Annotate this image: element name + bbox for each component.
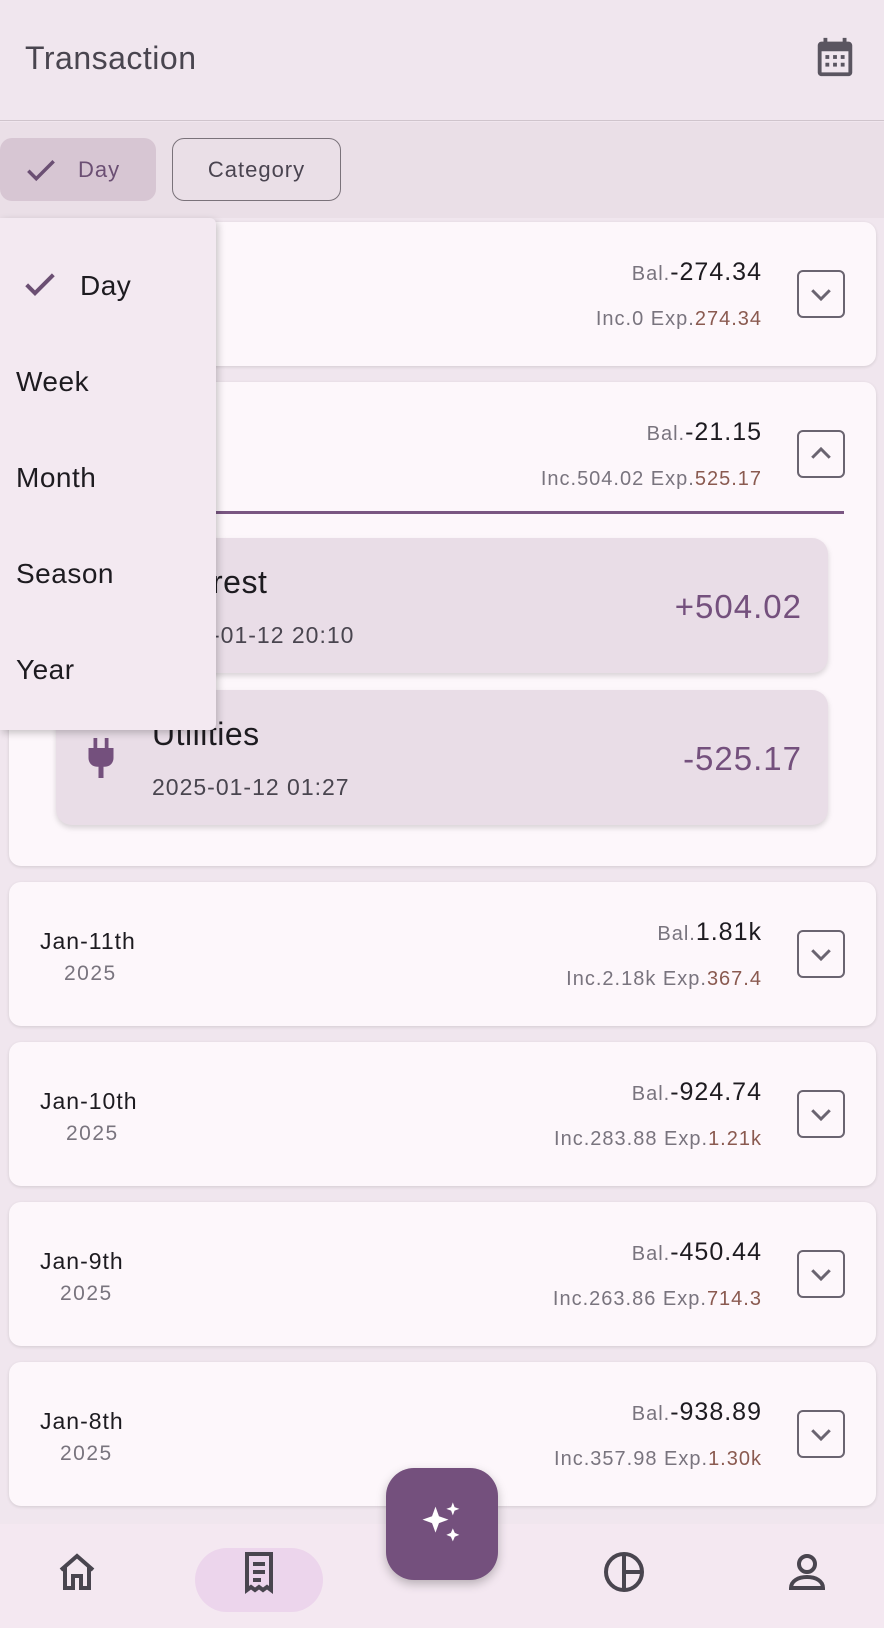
chevron-down-icon [811, 289, 831, 302]
day-date: Jan-11th [40, 928, 136, 954]
home-icon[interactable] [53, 1548, 101, 1596]
menu-item-week[interactable]: Week [16, 366, 89, 398]
day-date: Jan-8th [40, 1408, 124, 1434]
chevron-down-icon [811, 949, 831, 962]
menu-item-season[interactable]: Season [16, 558, 114, 590]
menu-item-month[interactable]: Month [16, 462, 96, 494]
receipt-icon[interactable] [235, 1548, 283, 1596]
chevron-up-icon [811, 446, 831, 459]
chevron-down-icon [811, 1429, 831, 1442]
menu-item-day[interactable]: Day [80, 270, 131, 302]
plug-icon [88, 738, 114, 778]
day-card[interactable]: Jan-10th 2025 Bal.-924.74 Inc.283.88 Exp… [9, 1042, 876, 1186]
filter-bar: Day Category [0, 122, 884, 218]
day-year: 2025 [60, 1442, 113, 1465]
check-icon [25, 273, 55, 296]
day-date: Jan-10th [40, 1088, 138, 1114]
menu-item-year[interactable]: Year [16, 654, 75, 686]
balance: Bal.-21.15 [646, 418, 762, 446]
page-title: Transaction [25, 40, 197, 76]
transaction-amount: +504.02 [674, 588, 802, 625]
balance: Bal.-450.44 [631, 1238, 762, 1266]
chevron-down-icon [811, 1109, 831, 1122]
income-expense: Inc.357.98 Exp.1.30k [554, 1448, 762, 1470]
ai-fab-button[interactable] [386, 1468, 498, 1580]
expand-button[interactable] [797, 930, 845, 978]
divider [205, 511, 844, 514]
check-icon [27, 159, 55, 181]
day-card[interactable]: Jan-11th 2025 Bal.1.81k Inc.2.18k Exp.36… [9, 882, 876, 1026]
day-chip-label: Day [78, 156, 121, 182]
income-expense: Inc.2.18k Exp.367.4 [566, 968, 762, 990]
person-icon[interactable] [783, 1548, 831, 1596]
transaction-amount: -525.17 [683, 740, 802, 777]
calendar-icon[interactable] [812, 34, 858, 80]
balance: Bal.-924.74 [631, 1078, 762, 1106]
category-chip-label: Category [207, 156, 306, 182]
income-expense: Inc.263.86 Exp.714.3 [552, 1288, 762, 1310]
transaction-time: -01-12 20:10 [212, 622, 355, 648]
income-expense: Inc.0 Exp.274.34 [595, 308, 762, 330]
balance: Bal.-274.34 [631, 258, 762, 286]
transaction-time: 2025-01-12 01:27 [152, 774, 350, 800]
period-dropdown-menu: Day Week Month Season Year [0, 218, 216, 730]
collapse-button[interactable] [797, 430, 845, 478]
chevron-down-icon [811, 1269, 831, 1282]
app-bar: Transaction [0, 0, 884, 121]
category-filter-chip[interactable]: Category [172, 138, 341, 201]
pie-chart-icon[interactable] [600, 1548, 648, 1596]
expand-button[interactable] [797, 1250, 845, 1298]
income-expense: Inc.283.88 Exp.1.21k [554, 1128, 762, 1150]
income-expense: Inc.504.02 Exp.525.17 [540, 468, 762, 490]
day-year: 2025 [60, 1282, 113, 1305]
day-card[interactable]: Jan-9th 2025 Bal.-450.44 Inc.263.86 Exp.… [9, 1202, 876, 1346]
expand-button[interactable] [797, 1410, 845, 1458]
day-year: 2025 [66, 1122, 119, 1145]
day-filter-chip[interactable]: Day [0, 138, 156, 201]
transaction-name: rest [212, 564, 268, 600]
day-date: Jan-9th [40, 1248, 124, 1274]
expand-button[interactable] [797, 1090, 845, 1138]
balance: Bal.1.81k [657, 918, 762, 946]
expand-button[interactable] [797, 270, 845, 318]
sparkle-icon [422, 1502, 460, 1542]
day-year: 2025 [64, 962, 117, 985]
balance: Bal.-938.89 [631, 1398, 762, 1426]
